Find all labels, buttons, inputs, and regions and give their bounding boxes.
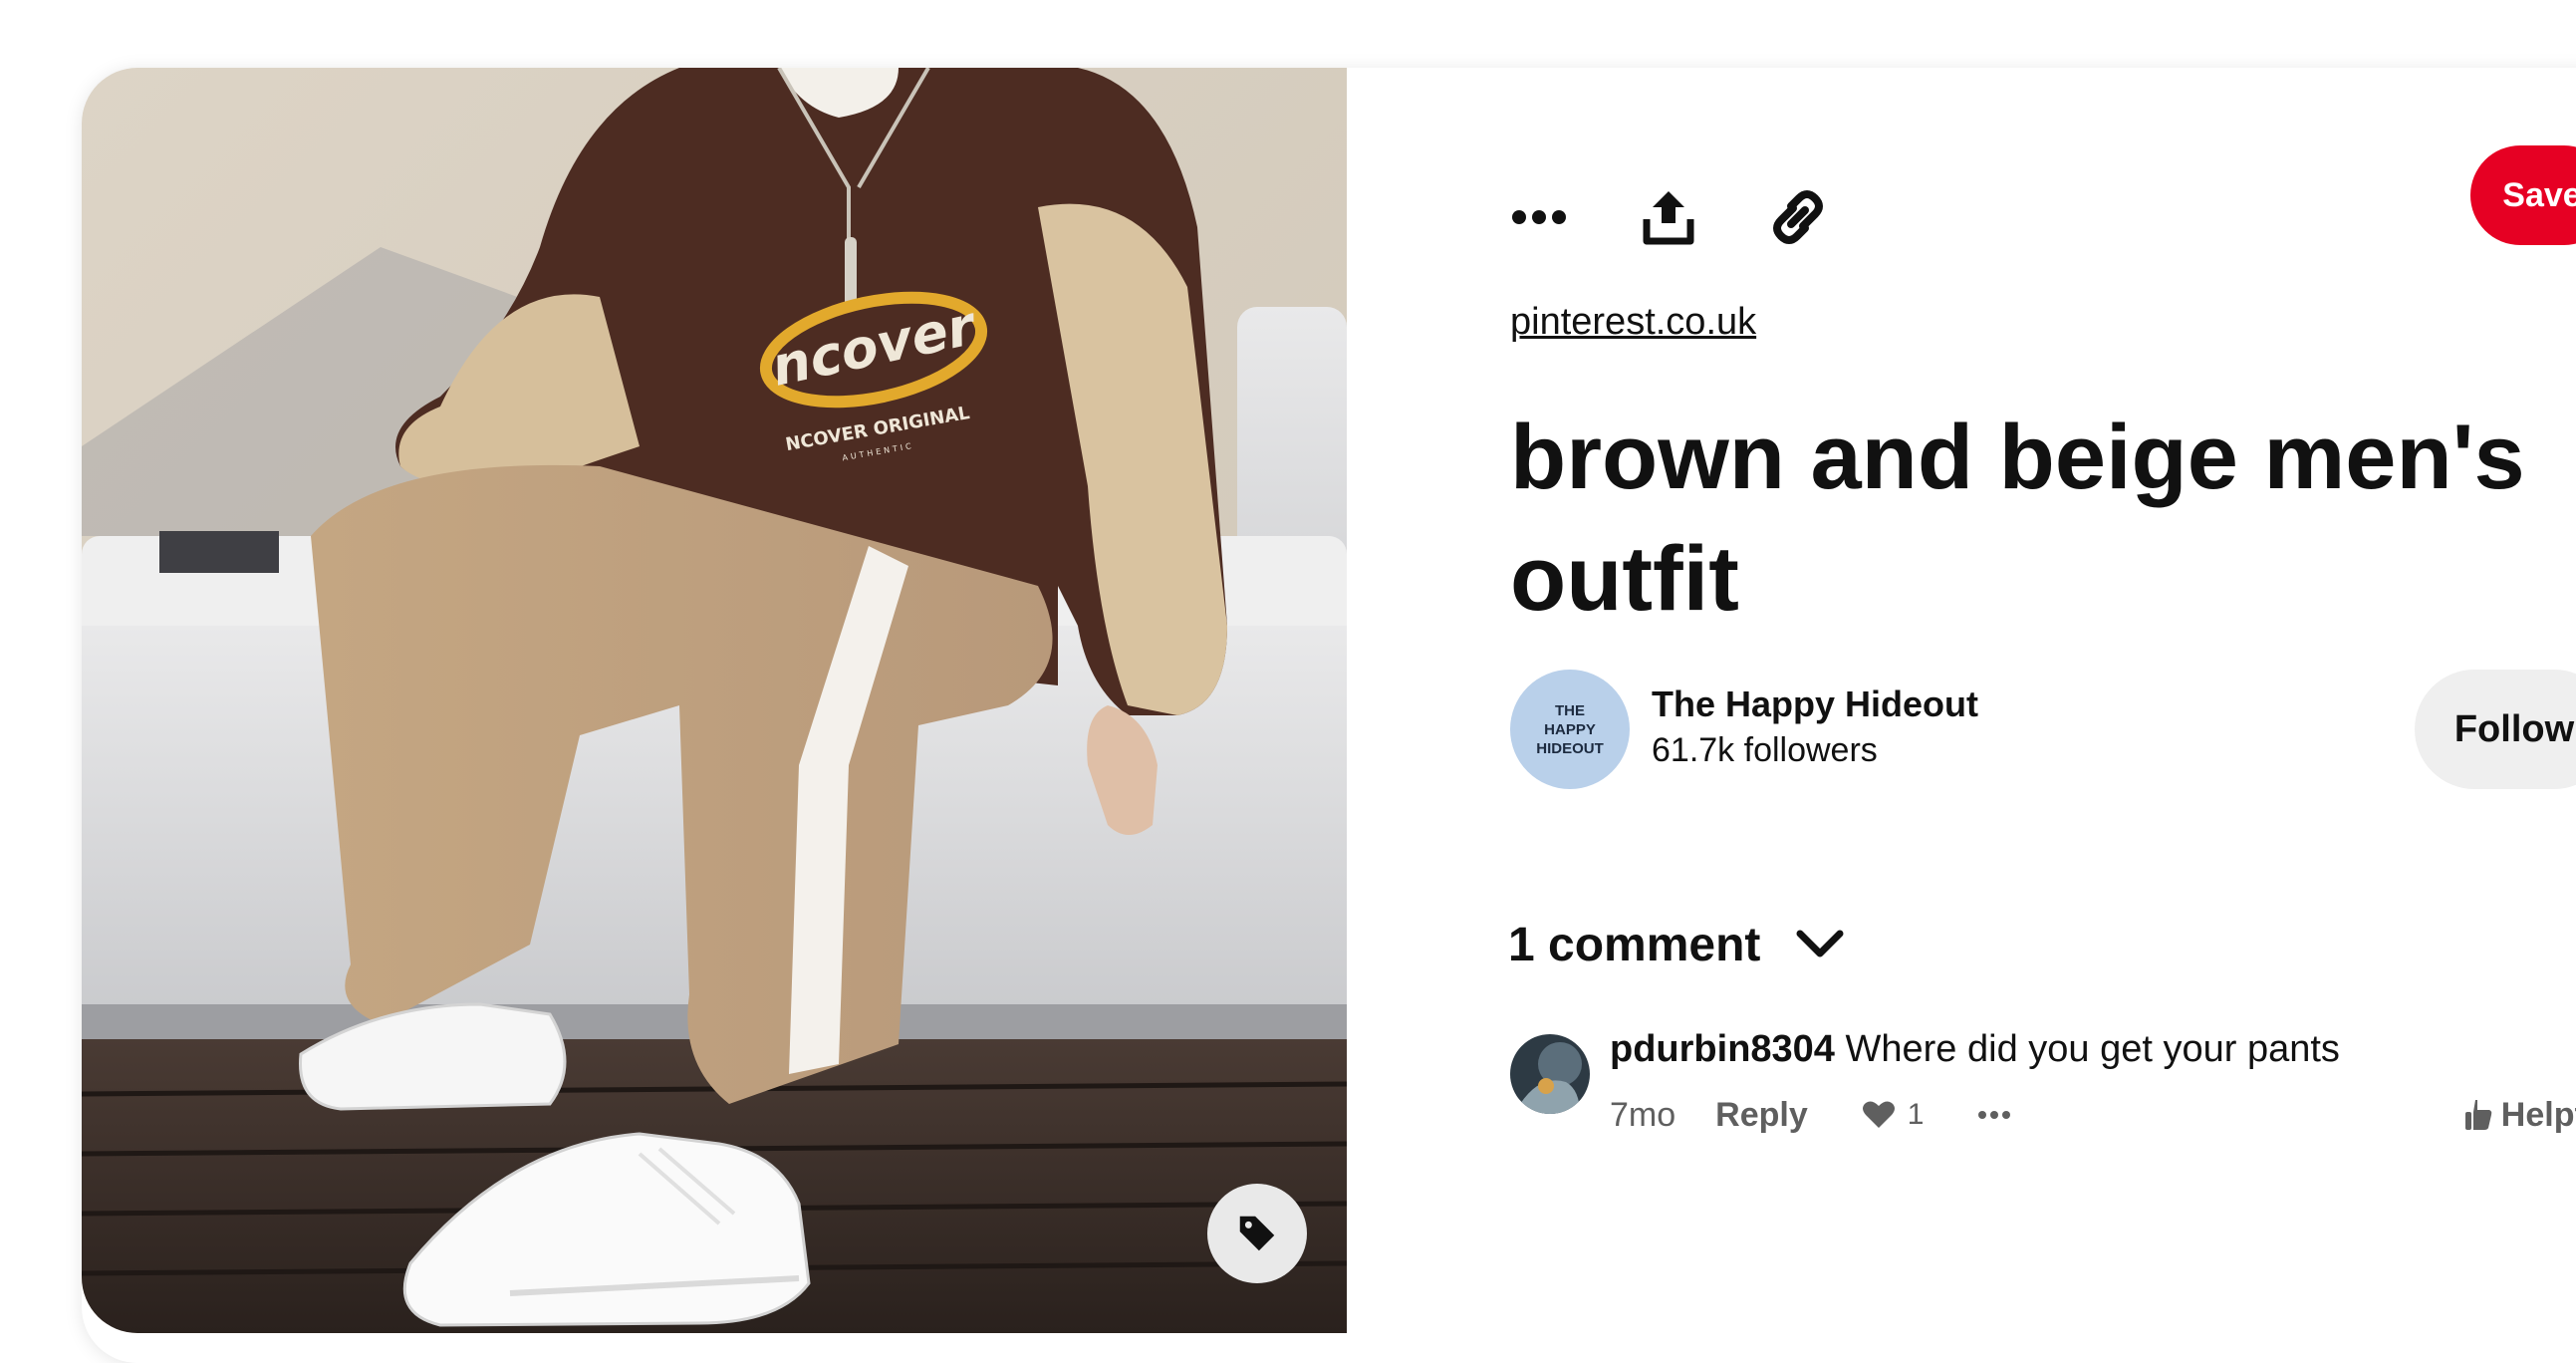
share-button[interactable] — [1614, 162, 1723, 272]
save-button[interactable]: Save — [2470, 145, 2576, 245]
comment-text: Where did you get your pants — [1845, 1028, 2340, 1070]
ellipsis-icon — [1978, 1111, 2011, 1119]
pin-title: brown and beige men's outfit — [1510, 407, 2525, 630]
owner-avatar[interactable]: THE HAPPY HIDEOUT — [1510, 670, 1630, 789]
avatar-text-line-2: HAPPY — [1544, 720, 1596, 738]
helpful-button[interactable]: Helpful — [2463, 1090, 2576, 1140]
follow-button[interactable]: Follow — [2415, 670, 2576, 789]
owner-name-link[interactable]: The Happy Hideout — [1652, 683, 1978, 725]
avatar-text-line-1: THE — [1555, 701, 1585, 719]
helpful-label: Helpful — [2500, 1095, 2576, 1134]
comment-meta: 7mo Reply 1 — [1610, 1090, 2011, 1140]
more-options-button[interactable] — [1484, 162, 1594, 272]
ellipsis-icon — [1512, 210, 1566, 224]
commenter-username[interactable]: pdurbin8304 — [1610, 1028, 1835, 1070]
chevron-down-icon — [1796, 930, 1844, 959]
comments-toggle[interactable]: 1 comment — [1508, 905, 1844, 984]
share-upload-icon — [1643, 191, 1694, 245]
copy-link-button[interactable] — [1743, 162, 1853, 272]
like-count: 1 — [1907, 1098, 1925, 1131]
comments-count-label: 1 comment — [1508, 918, 1761, 971]
heart-icon — [1862, 1101, 1895, 1128]
owner-follower-count: 61.7k followers — [1652, 731, 1878, 769]
tag-icon — [1239, 1216, 1275, 1251]
like-comment-button[interactable]: 1 — [1862, 1098, 1925, 1132]
shop-tag-button[interactable] — [1207, 1184, 1307, 1283]
avatar-text-line-3: HIDEOUT — [1536, 739, 1604, 757]
pin-image[interactable]: ncover NCOVER ORIGINAL AUTHENTIC — [82, 68, 1347, 1333]
reply-button[interactable]: Reply — [1715, 1096, 1808, 1135]
thumbs-up-icon — [2464, 1100, 2492, 1130]
pin-action-toolbar — [1426, 162, 2576, 292]
source-link[interactable]: pinterest.co.uk — [1510, 301, 1756, 344]
comment-more-button[interactable] — [1977, 1109, 2011, 1121]
link-icon — [1773, 190, 1823, 244]
comment-age: 7mo — [1610, 1095, 1676, 1134]
outfit-photo: ncover NCOVER ORIGINAL AUTHENTIC — [82, 68, 1347, 1333]
pin-details-panel: Save pinterest.co.uk brown and beige men… — [1426, 68, 2576, 1333]
comment-line: pdurbin8304 Where did you get your pants — [1610, 1028, 2340, 1071]
pin-closeup-card: ncover NCOVER ORIGINAL AUTHENTIC Save pi… — [82, 68, 2576, 1363]
comment-item: pdurbin8304 Where did you get your pants… — [1510, 1028, 2576, 1158]
commenter-avatar[interactable] — [1510, 1034, 1590, 1114]
